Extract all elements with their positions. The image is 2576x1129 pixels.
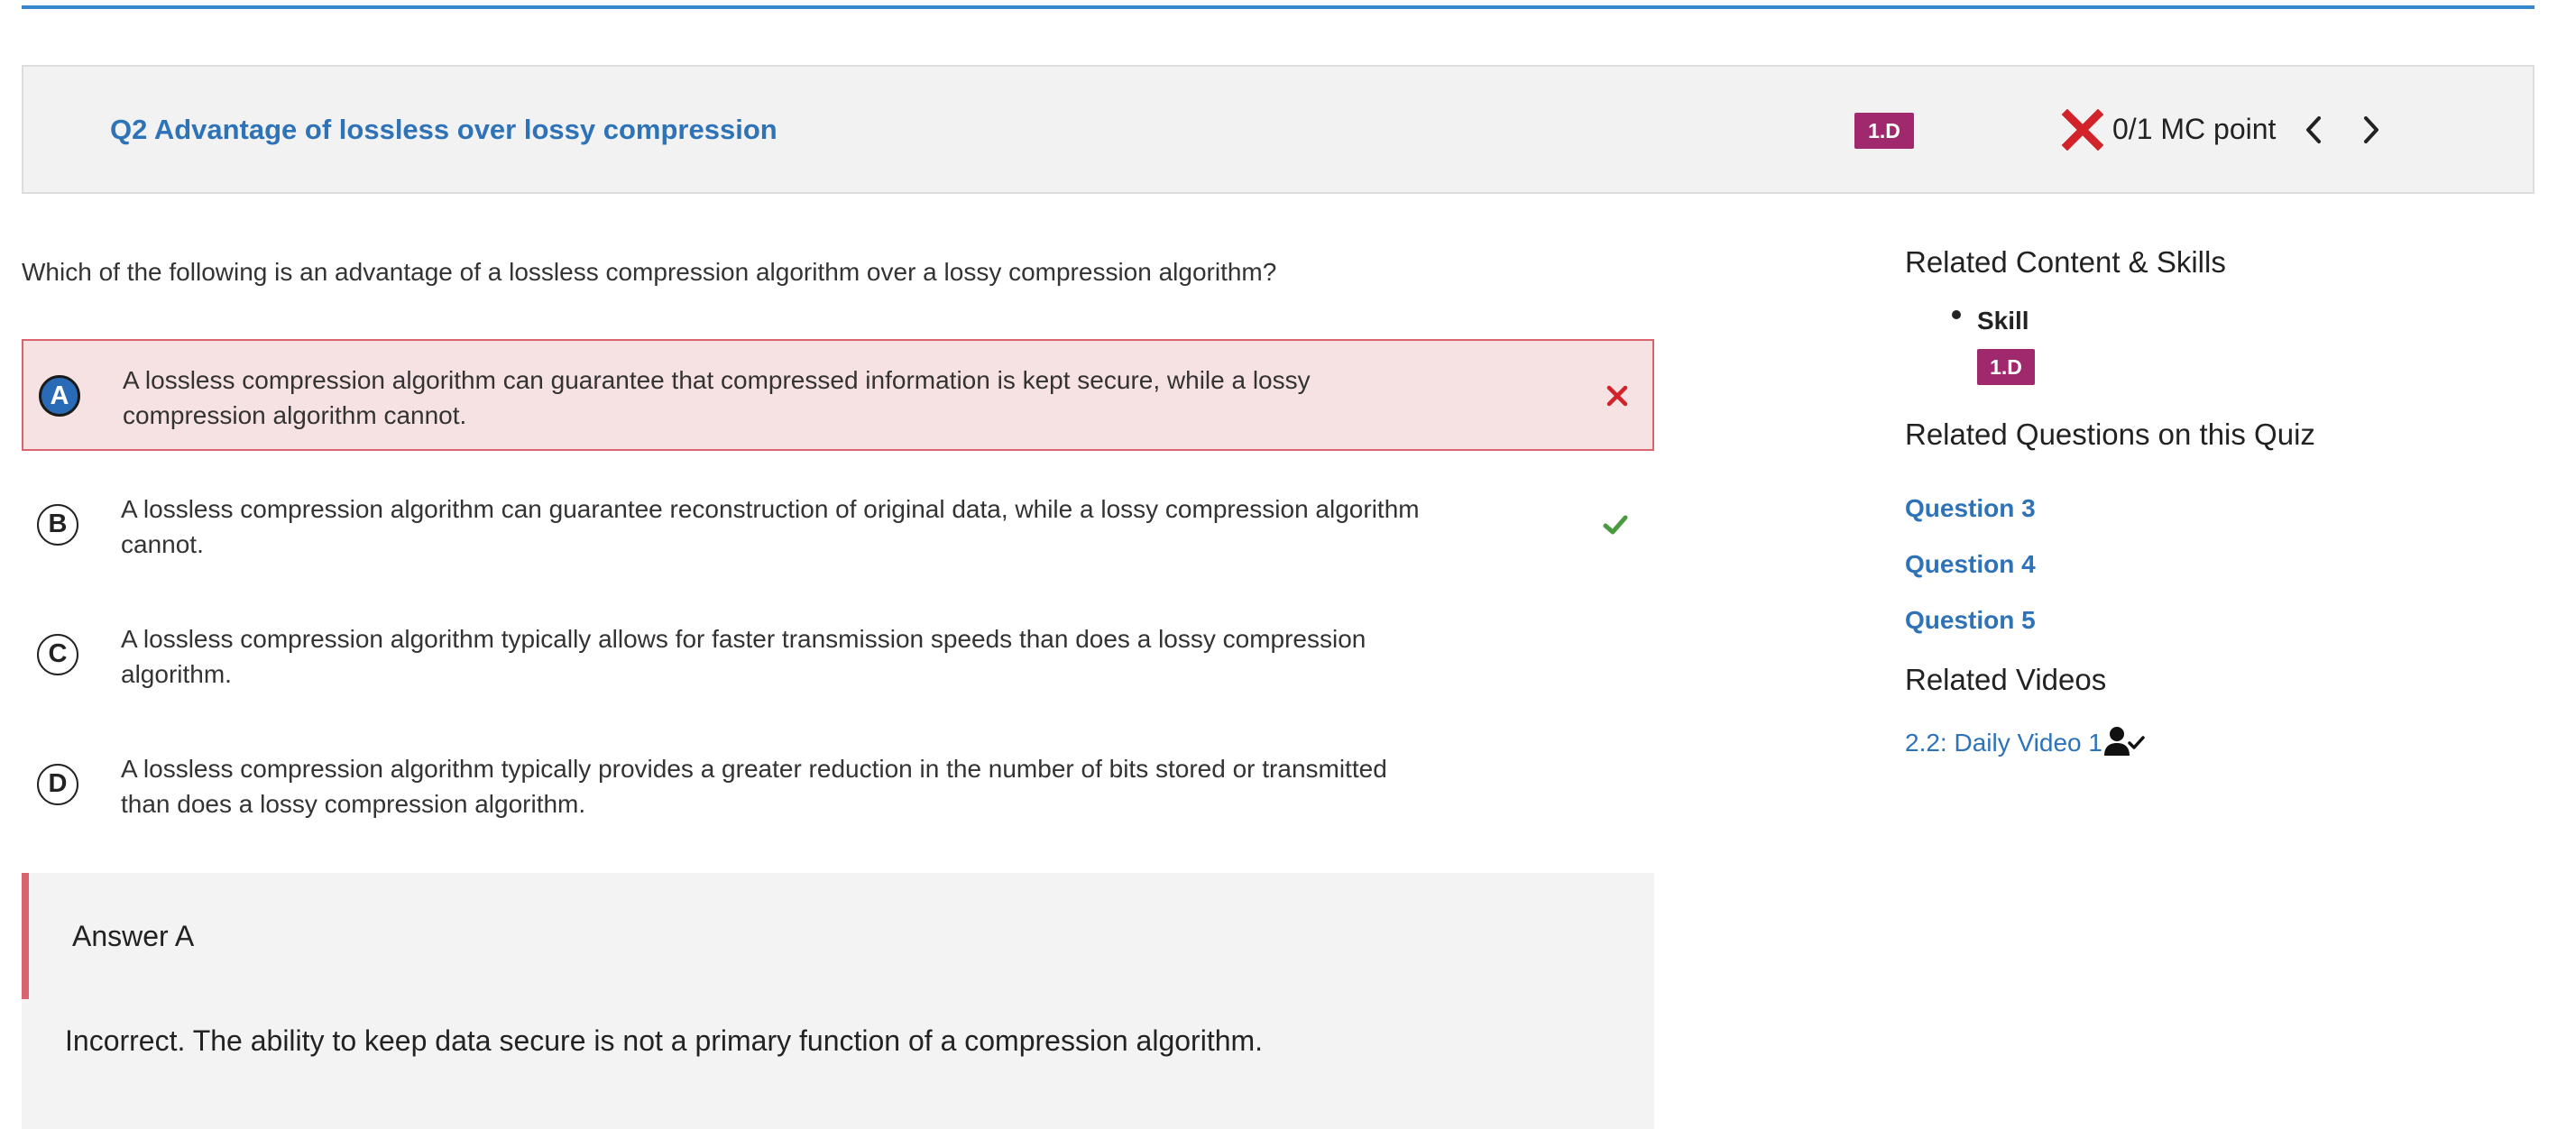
score-text: 0/1 MC point (2112, 113, 2277, 145)
choice-text: A lossless compression algorithm typical… (121, 625, 1366, 688)
feedback-body: Incorrect. The ability to keep data secu… (65, 1024, 1264, 1057)
next-question-icon[interactable] (2357, 114, 2384, 146)
question-header: Q2 Advantage of lossless over lossy comp… (22, 65, 2535, 194)
sidebar-skill-badge[interactable]: 1.D (1977, 349, 2035, 385)
video-link[interactable]: 2.2: Daily Video 1 (1905, 729, 2102, 757)
feedback-title: Answer A (72, 920, 195, 952)
skill-label: Skill (1977, 307, 2029, 335)
choice-c[interactable]: C A lossless compression algorithm typic… (22, 600, 1654, 711)
skill-badge[interactable]: 1.D (1854, 113, 1914, 149)
choice-a[interactable]: A A lossless compression algorithm can g… (22, 339, 1654, 451)
related-questions-heading: Related Questions on this Quiz (1905, 418, 2315, 451)
choice-d[interactable]: D A lossless compression algorithm typic… (22, 730, 1654, 841)
top-accent-rule (22, 5, 2535, 9)
correct-check-icon (1603, 515, 1628, 535)
question-title: Q2 Advantage of lossless over lossy comp… (110, 114, 777, 145)
choice-letter: B (37, 504, 78, 546)
previous-question-icon[interactable] (2301, 114, 2328, 146)
related-content-heading: Related Content & Skills (1905, 245, 2226, 279)
related-videos-heading: Related Videos (1905, 663, 2107, 696)
choice-text: A lossless compression algorithm can gua… (121, 495, 1420, 558)
choice-letter: D (37, 764, 78, 805)
related-question-link[interactable]: Question 3 (1905, 494, 2036, 523)
choice-b[interactable]: B A lossless compression algorithm can g… (22, 470, 1654, 582)
feedback-accent-bar (22, 873, 29, 999)
question-prompt: Which of the following is an advantage o… (22, 258, 1277, 286)
choice-text: A lossless compression algorithm can gua… (123, 366, 1311, 429)
related-question-link[interactable]: Question 4 (1905, 550, 2036, 579)
answer-feedback: Answer A Incorrect. The ability to keep … (22, 873, 1654, 1129)
choice-text: A lossless compression algorithm typical… (121, 755, 1387, 818)
choice-letter: C (37, 634, 78, 675)
list-bullet (1952, 310, 1961, 319)
x-mark-icon (2062, 108, 2103, 151)
score-area: 0/1 MC point (2062, 67, 2384, 192)
incorrect-mark-icon (1606, 385, 1628, 407)
related-question-link[interactable]: Question 5 (1905, 606, 2036, 635)
choice-letter: A (39, 375, 80, 417)
person-check-icon (2104, 727, 2145, 756)
